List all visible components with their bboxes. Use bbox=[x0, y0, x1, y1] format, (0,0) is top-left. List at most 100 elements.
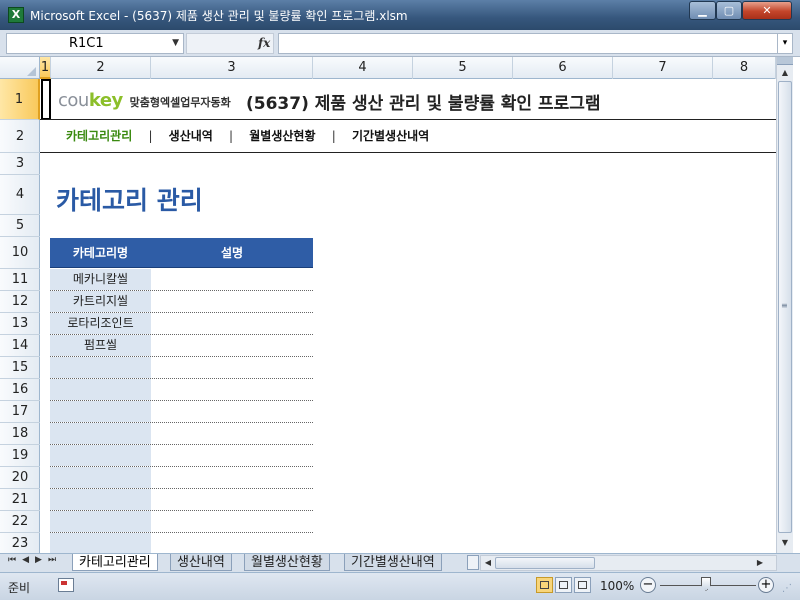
category-name-cell[interactable] bbox=[50, 467, 151, 488]
description-cell[interactable] bbox=[151, 313, 313, 334]
row-header[interactable]: 20 bbox=[0, 467, 40, 489]
category-name-cell[interactable]: 메카니칼씰 bbox=[50, 269, 151, 290]
maximize-button[interactable]: ▢ bbox=[716, 1, 742, 20]
logo-wordmark: coukey bbox=[58, 90, 123, 111]
row-header[interactable]: 17 bbox=[0, 401, 40, 423]
description-cell[interactable] bbox=[151, 357, 313, 378]
row-header[interactable]: 11 bbox=[0, 269, 40, 291]
chevron-down-icon[interactable]: ▼ bbox=[172, 34, 179, 53]
category-name-cell[interactable]: 로타리조인트 bbox=[50, 313, 151, 334]
description-cell[interactable] bbox=[151, 467, 313, 488]
category-name-cell[interactable] bbox=[50, 401, 151, 422]
row-header[interactable]: 1 bbox=[0, 79, 40, 120]
split-handle[interactable] bbox=[777, 57, 793, 65]
page-layout-view-icon[interactable] bbox=[555, 577, 572, 593]
row-header[interactable]: 10 bbox=[0, 237, 40, 269]
zoom-out-icon[interactable]: − bbox=[640, 577, 656, 593]
category-name-cell[interactable] bbox=[50, 357, 151, 378]
description-cell[interactable] bbox=[151, 291, 313, 312]
category-name-cell[interactable] bbox=[50, 445, 151, 466]
sheet-tab[interactable]: 기간별생산내역 bbox=[344, 554, 442, 571]
select-all-triangle-icon bbox=[27, 67, 36, 76]
row-header[interactable]: 13 bbox=[0, 313, 40, 335]
category-name-cell[interactable] bbox=[50, 511, 151, 532]
scroll-up-icon[interactable]: ▲ bbox=[777, 65, 793, 81]
nav-separator: | bbox=[331, 129, 336, 143]
excel-icon[interactable]: X bbox=[8, 7, 24, 23]
row-header[interactable]: 18 bbox=[0, 423, 40, 445]
name-box[interactable]: R1C1 ▼ bbox=[6, 33, 184, 54]
tab-navigation-arrows[interactable]: ⏮◀▶⏭ bbox=[8, 555, 62, 565]
nav-link-production[interactable]: 생산내역 bbox=[169, 127, 213, 144]
row-header[interactable]: 4 bbox=[0, 175, 40, 215]
table-row: 메카니칼씰 bbox=[50, 269, 313, 291]
zoom-slider-thumb[interactable] bbox=[701, 577, 711, 591]
category-name-cell[interactable] bbox=[50, 533, 151, 553]
zoom-in-icon[interactable]: + bbox=[758, 577, 774, 593]
minimize-button[interactable]: ▁ bbox=[689, 1, 716, 20]
row-header[interactable]: 2 bbox=[0, 120, 40, 153]
close-button[interactable]: ✕ bbox=[742, 1, 792, 20]
insert-function-icon[interactable]: fx bbox=[258, 36, 270, 50]
document-title: (5637) 제품 생산 관리 및 불량률 확인 프로그램 bbox=[246, 94, 601, 114]
description-cell[interactable] bbox=[151, 401, 313, 422]
select-all-corner[interactable] bbox=[0, 57, 40, 79]
description-cell[interactable] bbox=[151, 335, 313, 356]
description-cell[interactable] bbox=[151, 533, 313, 553]
column-header[interactable]: 8 bbox=[713, 57, 776, 79]
formula-input[interactable] bbox=[278, 33, 778, 54]
column-header[interactable]: 7 bbox=[613, 57, 713, 79]
active-cell-cursor[interactable] bbox=[41, 79, 51, 120]
row-header[interactable]: 21 bbox=[0, 489, 40, 511]
scroll-right-icon[interactable]: ▶ bbox=[753, 556, 767, 570]
row-header[interactable]: 12 bbox=[0, 291, 40, 313]
column-header[interactable]: 2 bbox=[51, 57, 151, 79]
row-header[interactable]: 5 bbox=[0, 215, 40, 237]
expand-formula-bar-button[interactable]: ▾ bbox=[777, 33, 793, 54]
nav-link-category[interactable]: 카테고리관리 bbox=[66, 127, 132, 144]
category-name-cell[interactable] bbox=[50, 423, 151, 444]
macro-record-icon[interactable] bbox=[58, 578, 74, 592]
row-header[interactable]: 16 bbox=[0, 379, 40, 401]
column-header[interactable]: 1 bbox=[40, 57, 51, 79]
vertical-scrollbar[interactable]: ▲ ≡ ▼ bbox=[776, 57, 793, 553]
scroll-thumb[interactable] bbox=[495, 557, 595, 569]
description-cell[interactable] bbox=[151, 423, 313, 444]
category-name-cell[interactable] bbox=[50, 489, 151, 510]
description-cell[interactable] bbox=[151, 269, 313, 290]
row-header[interactable]: 22 bbox=[0, 511, 40, 533]
row-header[interactable]: 15 bbox=[0, 357, 40, 379]
row-header[interactable]: 19 bbox=[0, 445, 40, 467]
scroll-left-icon[interactable]: ◀ bbox=[481, 556, 495, 570]
normal-view-icon[interactable] bbox=[536, 577, 553, 593]
sheet-tab[interactable]: 카테고리관리 bbox=[72, 554, 158, 571]
scroll-thumb[interactable]: ≡ bbox=[778, 81, 792, 533]
horizontal-scrollbar[interactable]: ◀ ▶ bbox=[480, 555, 777, 571]
description-cell[interactable] bbox=[151, 445, 313, 466]
category-name-cell[interactable]: 펌프씰 bbox=[50, 335, 151, 356]
sheet-tab[interactable]: 생산내역 bbox=[170, 554, 232, 571]
zoom-level[interactable]: 100% bbox=[600, 579, 634, 593]
row-header[interactable]: 3 bbox=[0, 153, 40, 175]
category-name-cell[interactable] bbox=[50, 379, 151, 400]
description-cell[interactable] bbox=[151, 511, 313, 532]
row-header[interactable]: 23 bbox=[0, 533, 40, 553]
table-row: 카트리지씰 bbox=[50, 291, 313, 313]
sheet-tab-bar: ⏮◀▶⏭ 카테고리관리 생산내역 월별생산현황 기간별생산내역 ◀ ▶ bbox=[0, 553, 800, 572]
nav-link-monthly[interactable]: 월별생산현황 bbox=[249, 127, 315, 144]
column-header[interactable]: 5 bbox=[413, 57, 513, 79]
description-cell[interactable] bbox=[151, 489, 313, 510]
insert-sheet-icon[interactable] bbox=[467, 555, 479, 570]
category-name-cell[interactable]: 카트리지씰 bbox=[50, 291, 151, 312]
nav-link-period[interactable]: 기간별생산내역 bbox=[352, 127, 429, 144]
page-break-view-icon[interactable] bbox=[574, 577, 591, 593]
row-header[interactable]: 14 bbox=[0, 335, 40, 357]
column-header[interactable]: 4 bbox=[313, 57, 413, 79]
worksheet-grid[interactable]: 1 2 3 4 5 6 7 8 1 2 3 4 5 10 11 12 13 14… bbox=[0, 57, 776, 553]
column-header[interactable]: 3 bbox=[151, 57, 313, 79]
description-cell[interactable] bbox=[151, 379, 313, 400]
column-header[interactable]: 6 bbox=[513, 57, 613, 79]
sheet-tab[interactable]: 월별생산현황 bbox=[244, 554, 330, 571]
resize-grip-icon[interactable]: ⋰ bbox=[782, 583, 796, 597]
scroll-down-icon[interactable]: ▼ bbox=[777, 535, 793, 551]
